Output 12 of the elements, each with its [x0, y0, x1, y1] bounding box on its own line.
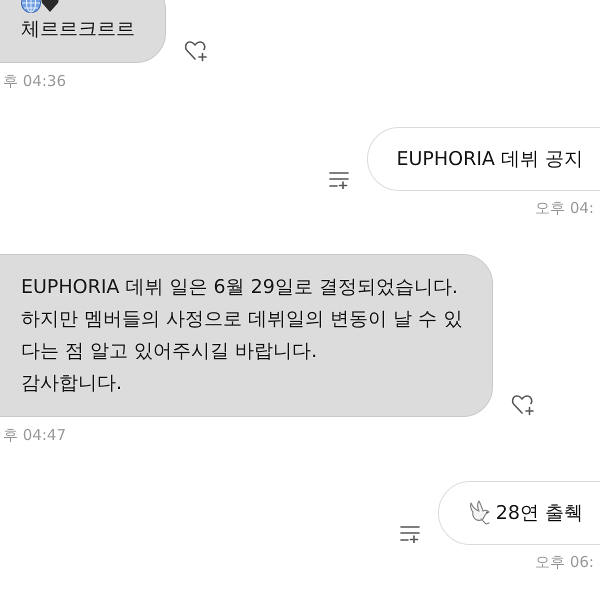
heart-plus-icon[interactable] — [511, 394, 536, 416]
message-text: EUPHORIA 데뷔 일은 6월 29일로 결정되었습니다. 하지만 멤버들의 사정으로 데뷔일의 변동이 날 수 있 다는 점 알고 있어주시길 바랍니다. 감사합니다. — [21, 275, 462, 396]
list-plus-icon[interactable] — [328, 171, 348, 189]
message-text: 28연 출췍 — [496, 501, 583, 526]
message-text: 체르르크르르 — [21, 17, 135, 42]
timestamp: 오후 06: — [535, 552, 594, 572]
timestamp: 오후 04: — [535, 198, 594, 218]
timestamp: 후 04:47 — [3, 425, 66, 445]
list-plus-icon[interactable] — [400, 525, 420, 543]
timestamp: 후 04:36 — [3, 71, 66, 91]
message-text: EUPHORIA 데뷔 공지 — [396, 147, 583, 172]
heart-plus-icon[interactable] — [184, 40, 208, 62]
